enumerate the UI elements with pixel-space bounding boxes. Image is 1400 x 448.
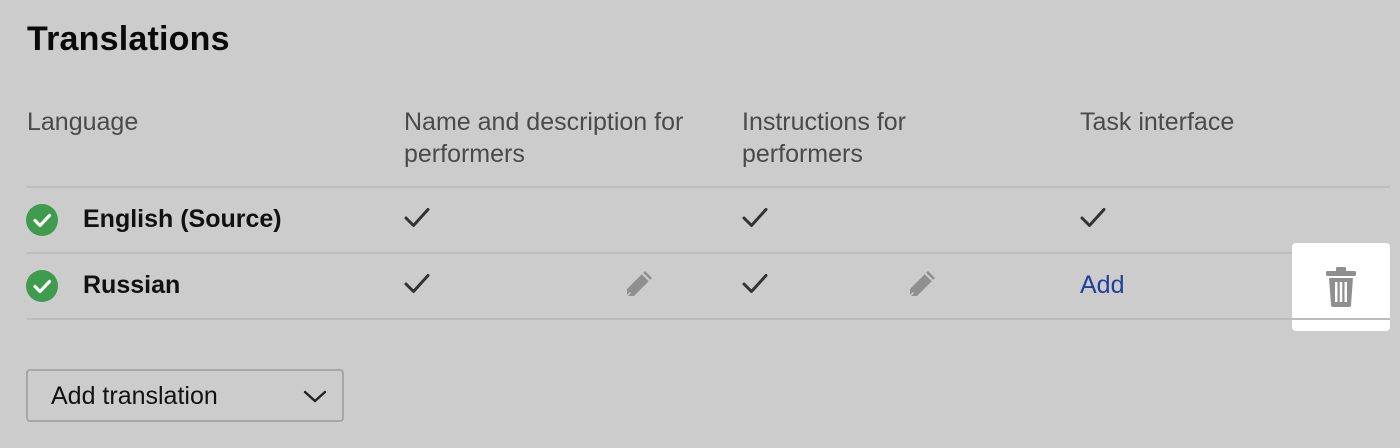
pencil-icon[interactable]	[621, 266, 657, 302]
add-translation-label: Add translation	[51, 382, 218, 410]
column-header-instructions: Instructions for performers	[742, 108, 906, 168]
column-header-name-description: Name and description for performers	[404, 108, 684, 168]
column-header-language: Language	[27, 108, 139, 136]
add-task-interface-link[interactable]: Add	[1080, 271, 1124, 300]
language-label: English (Source)	[83, 205, 282, 233]
table-row-english: English (Source)	[0, 188, 1400, 252]
table-row-russian: Russian Add	[0, 243, 1400, 331]
language-label: Russian	[83, 271, 181, 299]
check-circle-icon	[26, 204, 58, 236]
checkmark-icon	[403, 270, 431, 298]
row-divider	[27, 318, 1390, 320]
check-circle-icon	[26, 270, 58, 302]
checkmark-icon	[741, 204, 769, 232]
checkmark-icon	[741, 270, 769, 298]
pencil-icon[interactable]	[904, 266, 940, 302]
checkmark-icon	[1079, 204, 1107, 232]
chevron-down-icon	[302, 385, 328, 412]
column-header-task-interface: Task interface	[1080, 108, 1235, 136]
add-translation-dropdown[interactable]: Add translation	[26, 369, 344, 422]
checkmark-icon	[403, 204, 431, 232]
page-title: Translations	[27, 20, 230, 58]
